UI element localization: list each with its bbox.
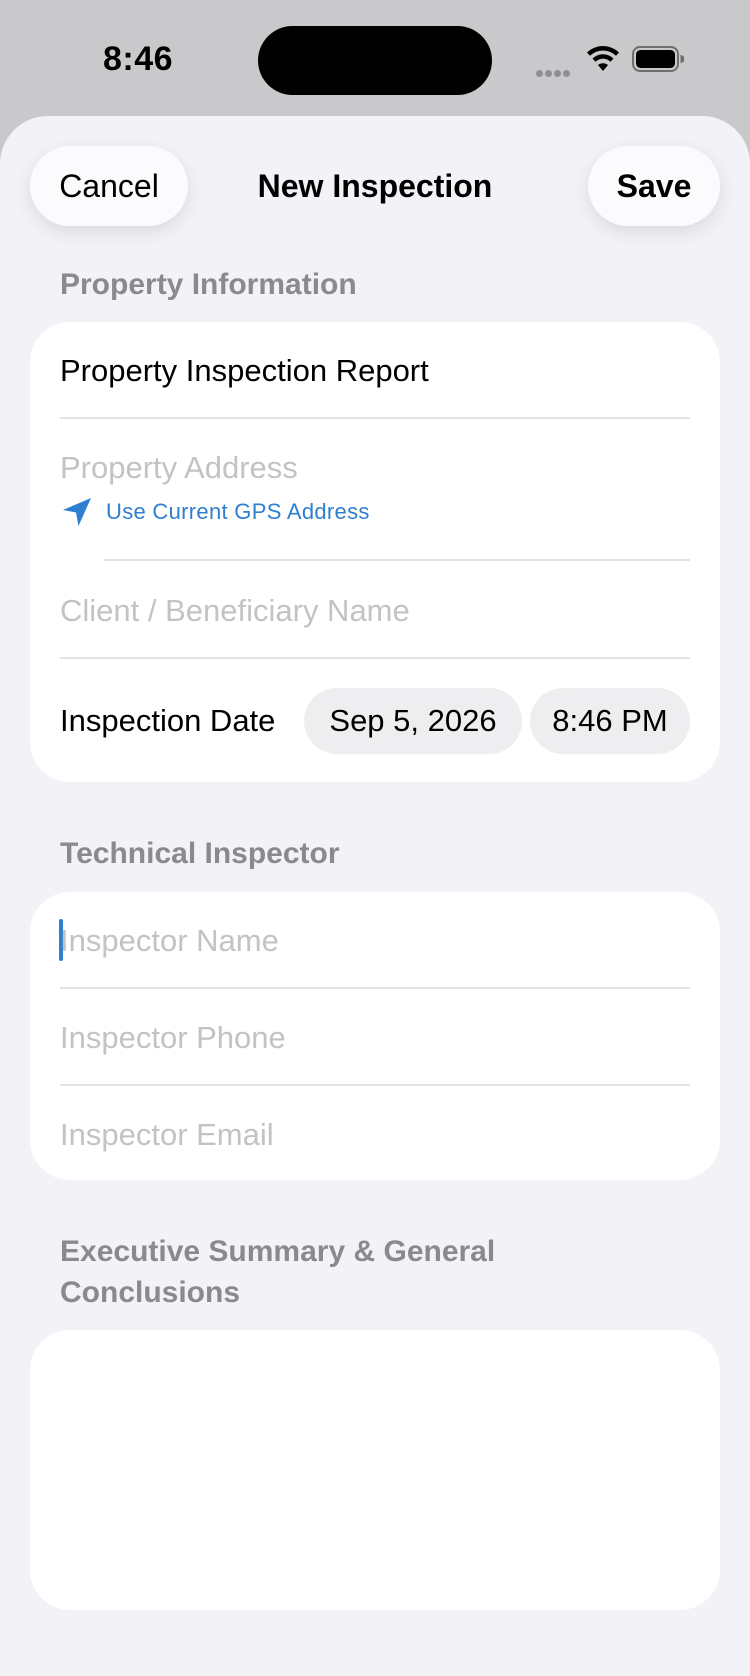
divider [104,559,690,561]
time-picker-button[interactable]: 8:46 PM [530,688,690,754]
status-time: 8:46 [103,40,174,78]
cellular-dots-icon [536,64,572,77]
location-arrow-icon [63,498,91,526]
new-inspection-sheet: Cancel New Inspection Save Property Info… [0,116,750,1676]
property-card: Property Inspection Report Property Addr… [30,322,720,782]
client-name-field[interactable]: Client / Beneficiary Name [60,593,690,629]
section-header-inspector: Technical Inspector [60,837,340,870]
dynamic-island [258,26,492,95]
inspector-name-field[interactable]: Inspector Name [60,923,690,959]
date-picker-button[interactable]: Sep 5, 2026 [304,688,522,754]
report-title-field[interactable]: Property Inspection Report [60,353,690,389]
save-button[interactable]: Save [588,146,720,226]
section-header-summary: Executive Summary & General Conclusions [60,1235,496,1309]
summary-text-area[interactable] [30,1330,720,1610]
use-gps-address-button[interactable]: Use Current GPS Address [60,495,370,529]
inspector-card: Inspector Name Inspector Phone Inspector… [30,892,720,1180]
battery-icon [632,46,684,72]
status-bar: 8:46 [0,0,750,116]
inspector-phone-field[interactable]: Inspector Phone [60,1020,690,1056]
use-gps-address-label: Use Current GPS Address [106,499,370,524]
divider [60,1084,690,1086]
wifi-icon [587,46,619,71]
property-address-field[interactable]: Property Address [60,450,690,486]
inspector-email-field[interactable]: Inspector Email [60,1117,690,1153]
divider [60,987,690,989]
section-header-property: Property Information [60,268,357,301]
divider [60,417,690,419]
divider [60,657,690,659]
